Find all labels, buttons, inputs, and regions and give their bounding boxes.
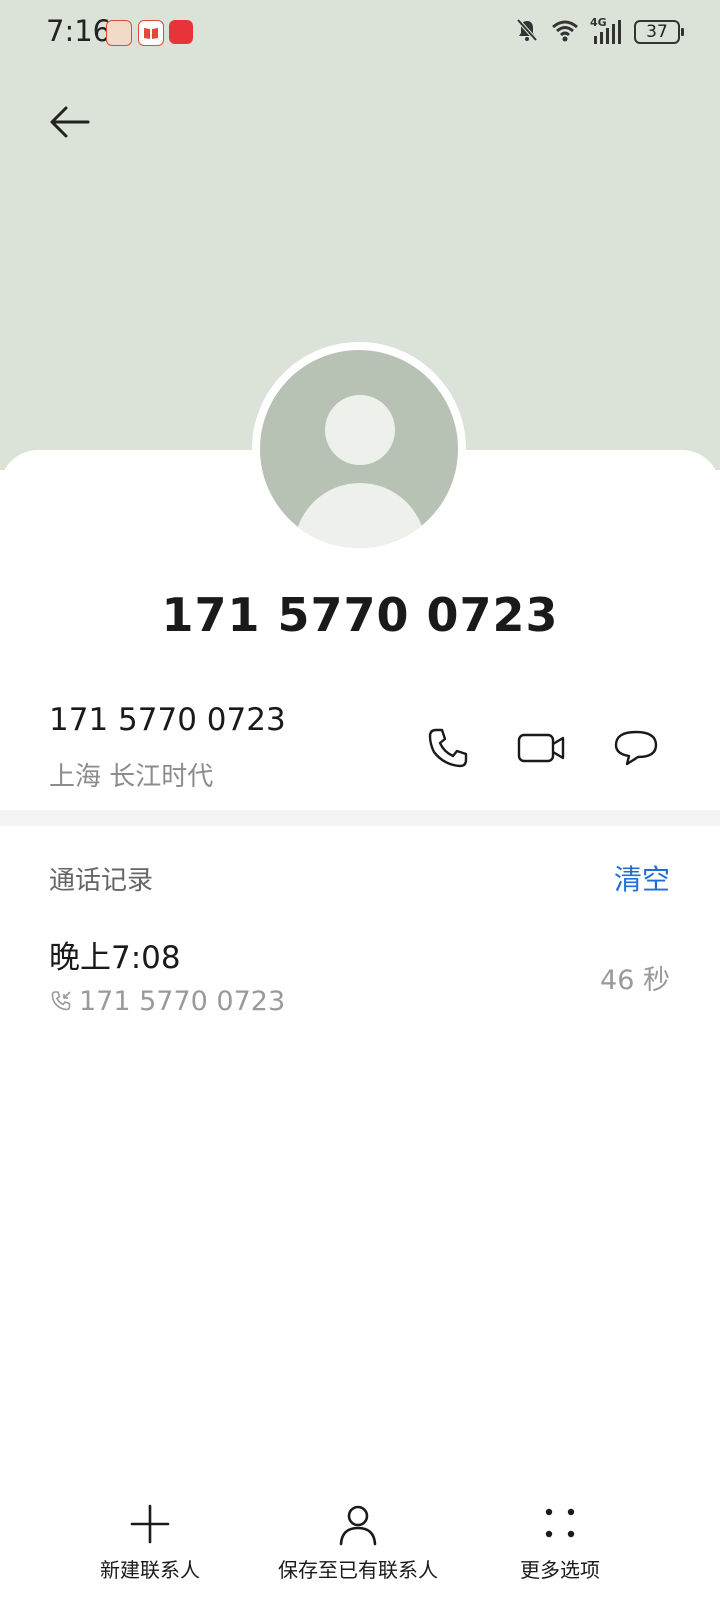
plus-icon bbox=[130, 1504, 170, 1544]
contact-title: 171 5770 0723 bbox=[161, 588, 559, 642]
video-camera-icon bbox=[517, 733, 565, 763]
bottom-action-bar: 新建联系人 保存至已有联系人 更多选项 bbox=[0, 1494, 720, 1600]
call-record-row[interactable]: 晚上7:08 171 5770 0723 46 秒 bbox=[0, 920, 720, 1020]
call-button[interactable] bbox=[424, 724, 472, 772]
status-icons: 4G 37 bbox=[514, 14, 684, 50]
status-bar: 7:16 4G 37 bbox=[0, 0, 720, 64]
book-app-icon bbox=[138, 20, 164, 46]
back-arrow-icon bbox=[50, 106, 90, 138]
battery-icon: 37 bbox=[634, 20, 684, 44]
save-to-existing-contact-button[interactable]: 保存至已有联系人 bbox=[258, 1494, 458, 1594]
save-to-existing-label: 保存至已有联系人 bbox=[278, 1558, 438, 1582]
shopping-app-icon bbox=[169, 20, 193, 44]
message-button[interactable] bbox=[612, 724, 660, 772]
incoming-call-icon bbox=[51, 991, 71, 1011]
number-location: 上海 长江时代 bbox=[49, 762, 214, 792]
person-icon bbox=[339, 1505, 377, 1546]
app-notification-icon bbox=[106, 20, 132, 46]
call-log-title: 通话记录 bbox=[49, 866, 154, 896]
more-options-button[interactable]: 更多选项 bbox=[460, 1494, 660, 1594]
call-number-line: 171 5770 0723 bbox=[49, 984, 285, 1018]
number-row: 171 5770 0723 上海 长江时代 bbox=[0, 690, 720, 800]
more-dots-icon bbox=[545, 1508, 575, 1538]
mute-bell-icon bbox=[514, 17, 540, 47]
call-duration: 46 秒 bbox=[600, 965, 670, 996]
status-time: 7:16 bbox=[46, 14, 112, 48]
wifi-icon bbox=[550, 18, 580, 46]
phone-number: 171 5770 0723 bbox=[49, 702, 286, 738]
back-button[interactable] bbox=[44, 96, 96, 148]
cellular-signal-icon: 4G bbox=[590, 16, 624, 46]
call-time: 晚上7:08 bbox=[49, 940, 181, 976]
video-call-button[interactable] bbox=[516, 724, 568, 772]
avatar bbox=[252, 342, 466, 556]
more-options-label: 更多选项 bbox=[520, 1558, 600, 1582]
default-avatar-icon bbox=[260, 350, 458, 548]
new-contact-button[interactable]: 新建联系人 bbox=[50, 1494, 250, 1594]
clear-call-log-button[interactable]: 清空 bbox=[614, 858, 670, 898]
section-divider bbox=[0, 810, 720, 826]
call-number: 171 5770 0723 bbox=[79, 985, 286, 1017]
phone-icon bbox=[428, 728, 468, 768]
message-bubble-icon bbox=[614, 730, 658, 766]
new-contact-label: 新建联系人 bbox=[100, 1558, 200, 1582]
